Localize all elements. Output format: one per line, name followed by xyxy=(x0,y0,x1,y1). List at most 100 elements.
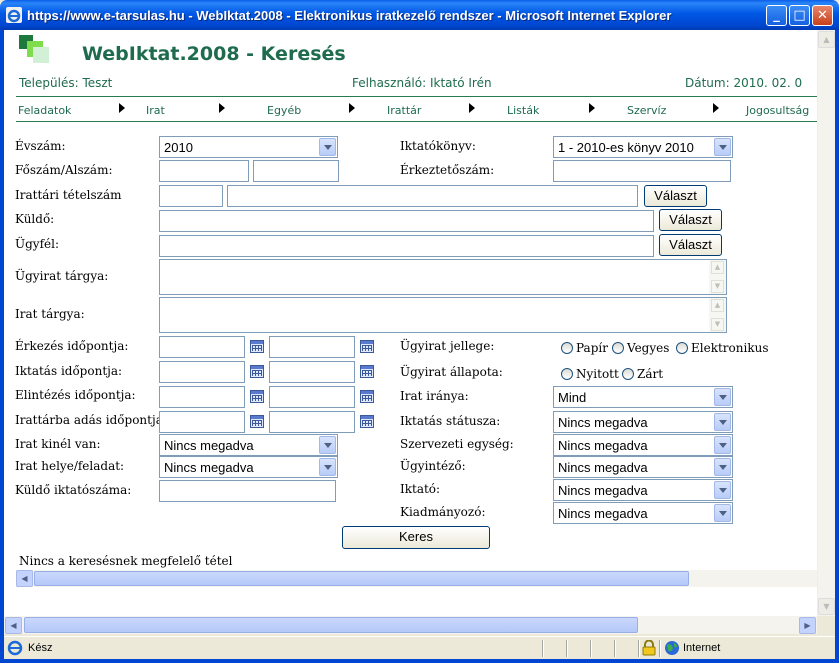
minimize-button[interactable]: _ xyxy=(766,5,787,26)
status-bar: Kész Internet xyxy=(4,636,835,659)
calendar-icon[interactable] xyxy=(360,415,374,428)
erkezes-from-input[interactable] xyxy=(159,336,245,358)
page-title: WebIktat.2008 - Keresés xyxy=(82,43,346,65)
iktatas-label: Iktatás időpontja: xyxy=(15,364,123,378)
close-button[interactable]: ✕ xyxy=(812,5,833,26)
calendar-icon[interactable] xyxy=(250,415,264,428)
irat-helye-label: Irat helye/feladat: xyxy=(15,459,125,473)
menu-egyeb[interactable]: Egyéb xyxy=(267,104,301,117)
menu-arrow-icon xyxy=(349,103,355,113)
calendar-icon[interactable] xyxy=(360,340,374,353)
chevron-down-icon xyxy=(714,458,731,476)
calendar-icon[interactable] xyxy=(360,365,374,378)
iktatokonyv-label: Iktatókönyv: xyxy=(400,139,476,153)
jellege-elektronikus-radio[interactable] xyxy=(676,342,688,354)
iktatas-from-input[interactable] xyxy=(159,361,245,383)
jellege-vegyes-radio[interactable] xyxy=(612,342,624,354)
app-logo-icon xyxy=(19,35,49,63)
chevron-down-icon xyxy=(714,504,731,522)
jellege-papir-label: Papír xyxy=(576,341,608,355)
evszam-select[interactable]: 2010 xyxy=(159,136,338,158)
jellege-elektronikus-label: Elektronikus xyxy=(691,341,769,355)
chevron-down-icon xyxy=(714,388,731,406)
irattarba-to-input[interactable] xyxy=(269,411,355,433)
tetelszam-valaszt-button[interactable]: Választ xyxy=(644,185,707,207)
ugyfel-valaszt-button[interactable]: Választ xyxy=(659,234,722,256)
irat-targya-label: Irat tárgya: xyxy=(15,307,85,321)
page-vscrollbar[interactable]: ▲ ▼ xyxy=(817,30,835,616)
iktatokonyv-select[interactable]: 1 - 2010-es könyv 2010 xyxy=(553,136,733,158)
evszam-label: Évszám: xyxy=(15,139,66,153)
elintezes-label: Elintézés időpontja: xyxy=(15,388,136,402)
ugyintezo-select[interactable]: Nincs megadva xyxy=(553,456,733,478)
chevron-down-icon xyxy=(319,138,336,156)
iktato-select[interactable]: Nincs megadva xyxy=(553,479,733,501)
tetelszam-code-input[interactable] xyxy=(159,185,223,207)
ugyintezo-label: Ügyintéző: xyxy=(400,459,466,473)
scroll-right-icon[interactable]: ▶ xyxy=(799,617,816,634)
erkezes-to-input[interactable] xyxy=(269,336,355,358)
kuldo-iktato-input[interactable] xyxy=(159,480,336,502)
kuldo-input[interactable] xyxy=(159,210,654,232)
search-button[interactable]: Keres xyxy=(342,526,490,549)
calendar-icon[interactable] xyxy=(250,340,264,353)
menu-jogosultsag[interactable]: Jogosultság xyxy=(746,104,809,117)
user-text: Felhasználó: Iktató Irén xyxy=(352,76,492,90)
main-menu: Feladatok Irat Egyéb Irattár Listák Szer… xyxy=(16,96,817,122)
iktatas-to-input[interactable] xyxy=(269,361,355,383)
calendar-icon[interactable] xyxy=(360,390,374,403)
irat-helye-select[interactable]: Nincs megadva xyxy=(159,456,338,478)
page-hscrollbar[interactable]: ◀ ▶ xyxy=(4,616,817,634)
erkezteto-input[interactable] xyxy=(553,160,731,182)
ugyirat-targya-textarea[interactable]: ▲ ▼ xyxy=(159,259,727,295)
iktatas-statusza-select[interactable]: Nincs megadva xyxy=(553,411,733,433)
menu-listak[interactable]: Listák xyxy=(507,104,539,117)
scroll-thumb[interactable] xyxy=(34,571,689,586)
menu-arrow-icon xyxy=(119,103,125,113)
irattarba-label: Irattárba adás időpontja: xyxy=(15,413,167,427)
ugyirat-allapota-label: Ügyirat állapota: xyxy=(400,365,503,379)
szervezeti-select[interactable]: Nincs megadva xyxy=(553,434,733,456)
kuldo-iktato-label: Küldő iktatószáma: xyxy=(15,483,132,497)
window-titlebar: https://www.e-tarsulas.hu - WebIktat.200… xyxy=(0,0,839,30)
kuldo-valaszt-button[interactable]: Választ xyxy=(659,209,722,231)
menu-feladatok[interactable]: Feladatok xyxy=(18,104,71,117)
menu-irat[interactable]: Irat xyxy=(146,104,165,117)
scroll-thumb[interactable] xyxy=(24,617,638,633)
chevron-down-icon xyxy=(319,458,336,476)
irattarba-from-input[interactable] xyxy=(159,411,245,433)
alszam-input[interactable] xyxy=(253,160,339,182)
scroll-left-icon[interactable]: ◀ xyxy=(5,617,22,634)
ie-page-icon xyxy=(7,640,23,656)
irat-targya-textarea[interactable]: ▲ ▼ xyxy=(159,297,727,333)
scroll-corner xyxy=(817,616,835,634)
scroll-left-icon[interactable]: ◀ xyxy=(16,570,33,587)
elintezes-to-input[interactable] xyxy=(269,386,355,408)
jellege-papir-radio[interactable] xyxy=(561,342,573,354)
chevron-down-icon xyxy=(714,413,731,431)
foszam-input[interactable] xyxy=(159,160,249,182)
calendar-icon[interactable] xyxy=(250,365,264,378)
scroll-down-icon[interactable]: ▼ xyxy=(818,598,835,615)
chevron-down-icon xyxy=(319,436,336,454)
results-hscrollbar[interactable]: ◀ xyxy=(16,570,817,587)
elintezes-from-input[interactable] xyxy=(159,386,245,408)
scroll-up-icon[interactable]: ▲ xyxy=(818,31,835,48)
calendar-icon[interactable] xyxy=(250,390,264,403)
maximize-button[interactable]: □ xyxy=(789,5,810,26)
allapota-nyitott-radio[interactable] xyxy=(561,368,573,380)
chevron-down-icon xyxy=(714,436,731,454)
menu-szerviz[interactable]: Szervíz xyxy=(627,104,666,117)
ugyfel-input[interactable] xyxy=(159,235,654,257)
menu-irattar[interactable]: Irattár xyxy=(387,104,421,117)
allapota-zart-radio[interactable] xyxy=(622,368,634,380)
irat-iranya-select[interactable]: Mind xyxy=(553,386,733,408)
page-content: WebIktat.2008 - Keresés Település: Teszt… xyxy=(4,30,817,616)
chevron-down-icon xyxy=(714,138,731,156)
irat-kinel-select[interactable]: Nincs megadva xyxy=(159,434,338,456)
szervezeti-label: Szervezeti egység: xyxy=(400,437,514,451)
kiadmanyozo-select[interactable]: Nincs megadva xyxy=(553,502,733,524)
erkezes-label: Érkezés időpontja: xyxy=(15,339,129,353)
allapota-nyitott-label: Nyitott xyxy=(576,367,619,381)
tetelszam-name-input[interactable] xyxy=(227,185,638,207)
